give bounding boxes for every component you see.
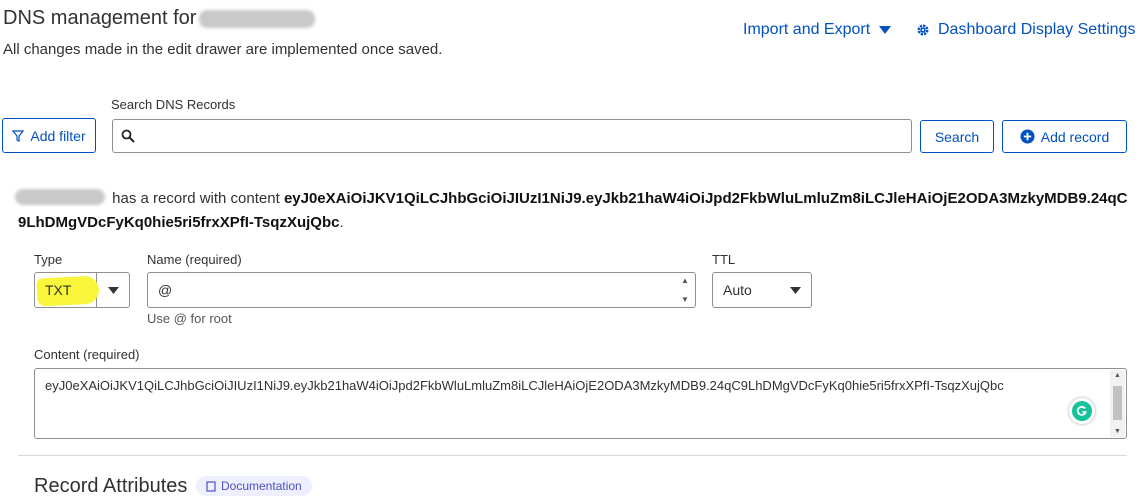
documentation-badge[interactable]: Documentation	[196, 476, 312, 496]
search-button-label: Search	[934, 128, 980, 145]
record-message: has a record with content eyJ0eXAiOiJKV1…	[18, 187, 1133, 235]
caret-down-icon	[790, 286, 801, 294]
import-export-dropdown[interactable]: Import and Export	[743, 21, 892, 39]
name-field[interactable]: @ ▲ ▼	[147, 272, 696, 308]
content-textarea[interactable]: eyJ0eXAiOiJKV1QiLCJhbGciOiJIUzI1NiJ9.eyJ…	[34, 368, 1127, 439]
type-dropdown-toggle[interactable]	[96, 273, 129, 307]
ttl-label: TTL	[712, 252, 736, 267]
record-message-end: .	[339, 214, 344, 231]
book-icon	[206, 480, 216, 492]
search-button[interactable]: Search	[920, 120, 994, 153]
page-subtitle: All changes made in the edit drawer are …	[3, 41, 443, 58]
page-title: DNS management for	[3, 7, 196, 30]
record-attributes-heading: Record Attributes	[34, 475, 188, 497]
add-filter-label: Add filter	[30, 127, 86, 144]
add-record-button[interactable]: Add record	[1002, 120, 1127, 153]
section-divider	[18, 455, 1127, 456]
documentation-label: Documentation	[221, 479, 302, 493]
type-select[interactable]: TXT	[34, 272, 130, 308]
caret-down-icon	[107, 286, 119, 294]
page-title-prefix: DNS management for	[3, 7, 197, 29]
name-help-text: Use @ for root	[147, 311, 232, 326]
type-value: TXT	[45, 282, 72, 298]
name-value: @	[158, 282, 173, 298]
name-resize-control[interactable]: ▲ ▼	[678, 276, 692, 304]
content-value: eyJ0eXAiOiJKV1QiLCJhbGciOiJIUzI1NiJ9.eyJ…	[45, 378, 1004, 393]
search-input[interactable]	[143, 127, 911, 145]
search-label: Search DNS Records	[111, 97, 236, 112]
plus-circle-icon	[1020, 129, 1035, 144]
redacted-domain	[199, 10, 315, 28]
gear-icon	[917, 24, 929, 36]
content-scrollbar[interactable]: ▲ ▼	[1110, 370, 1125, 437]
caret-down-icon	[879, 26, 892, 34]
add-record-label: Add record	[1040, 128, 1110, 145]
content-label: Content (required)	[34, 347, 140, 362]
name-label: Name (required)	[147, 252, 242, 267]
import-export-label: Import and Export	[743, 21, 871, 38]
type-label: Type	[34, 252, 63, 267]
search-icon	[121, 129, 135, 143]
scroll-up-icon: ▲	[1114, 372, 1121, 379]
filter-icon	[12, 129, 25, 142]
search-field[interactable]	[112, 119, 912, 153]
spin-down-icon: ▼	[681, 295, 689, 304]
ttl-value: Auto	[723, 282, 752, 298]
grammarly-icon[interactable]	[1069, 398, 1095, 424]
spin-up-icon: ▲	[681, 276, 689, 285]
dashboard-settings-label: Dashboard Display Settings	[938, 21, 1136, 38]
scroll-down-icon: ▼	[1114, 428, 1121, 435]
add-filter-button[interactable]: Add filter	[2, 118, 96, 153]
record-message-text: has a record with content	[112, 190, 280, 207]
dashboard-display-settings-link[interactable]: Dashboard Display Settings	[916, 21, 1135, 39]
ttl-select[interactable]: Auto	[712, 272, 812, 308]
scrollbar-thumb[interactable]	[1113, 386, 1122, 420]
